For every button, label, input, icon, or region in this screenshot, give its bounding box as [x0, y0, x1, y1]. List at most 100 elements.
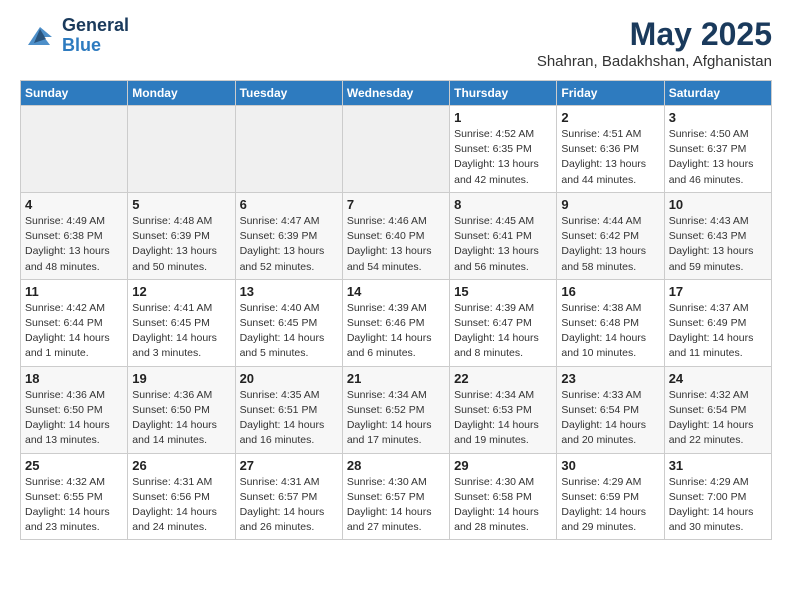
calendar-cell: [128, 106, 235, 193]
day-number: 26: [132, 458, 230, 473]
day-header-monday: Monday: [128, 81, 235, 106]
day-header-sunday: Sunday: [21, 81, 128, 106]
day-info: Sunrise: 4:36 AM Sunset: 6:50 PM Dayligh…: [132, 388, 230, 449]
day-number: 19: [132, 371, 230, 386]
day-info: Sunrise: 4:38 AM Sunset: 6:48 PM Dayligh…: [561, 301, 659, 362]
day-info: Sunrise: 4:51 AM Sunset: 6:36 PM Dayligh…: [561, 127, 659, 188]
calendar-cell: 31 Sunrise: 4:29 AM Sunset: 7:00 PM Dayli…: [664, 453, 771, 540]
calendar-cell: 5 Sunrise: 4:48 AM Sunset: 6:39 PM Daylig…: [128, 192, 235, 279]
calendar-cell: 12Sunrise: 4:41 AM Sunset: 6:45 PM Dayli…: [128, 279, 235, 366]
calendar-cell: 2 Sunrise: 4:51 AM Sunset: 6:36 PM Daylig…: [557, 106, 664, 193]
calendar-cell: 3Sunrise: 4:50 AM Sunset: 6:37 PM Daylig…: [664, 106, 771, 193]
calendar-week-4: 18Sunrise: 4:36 AM Sunset: 6:50 PM Dayli…: [21, 366, 772, 453]
day-info: Sunrise: 4:37 AM Sunset: 6:49 PM Dayligh…: [669, 301, 767, 362]
calendar-cell: 15 Sunrise: 4:39 AM Sunset: 6:47 PM Dayli…: [450, 279, 557, 366]
day-info: Sunrise: 4:47 AM Sunset: 6:39 PM Dayligh…: [240, 214, 338, 275]
day-info: Sunrise: 4:29 AM Sunset: 7:00 PM Dayligh…: [669, 475, 767, 536]
calendar-cell: 29 Sunrise: 4:30 AM Sunset: 6:58 PM Dayli…: [450, 453, 557, 540]
day-number: 12: [132, 284, 230, 299]
logo-blue-text: Blue: [62, 36, 129, 56]
calendar-week-5: 25Sunrise: 4:32 AM Sunset: 6:55 PM Dayli…: [21, 453, 772, 540]
day-info: Sunrise: 4:30 AM Sunset: 6:58 PM Dayligh…: [454, 475, 552, 536]
day-number: 8: [454, 197, 552, 212]
day-number: 20: [240, 371, 338, 386]
day-info: Sunrise: 4:35 AM Sunset: 6:51 PM Dayligh…: [240, 388, 338, 449]
calendar-cell: 9 Sunrise: 4:44 AM Sunset: 6:42 PM Daylig…: [557, 192, 664, 279]
day-number: 6: [240, 197, 338, 212]
day-number: 24: [669, 371, 767, 386]
calendar-cell: [342, 106, 449, 193]
day-number: 11: [25, 284, 123, 299]
calendar-cell: [235, 106, 342, 193]
day-info: Sunrise: 4:52 AM Sunset: 6:35 PM Dayligh…: [454, 127, 552, 188]
day-info: Sunrise: 4:36 AM Sunset: 6:50 PM Dayligh…: [25, 388, 123, 449]
calendar-cell: 18Sunrise: 4:36 AM Sunset: 6:50 PM Dayli…: [21, 366, 128, 453]
day-number: 31: [669, 458, 767, 473]
logo: General Blue: [20, 16, 129, 56]
day-header-tuesday: Tuesday: [235, 81, 342, 106]
calendar-cell: 8 Sunrise: 4:45 AM Sunset: 6:41 PM Daylig…: [450, 192, 557, 279]
day-number: 3: [669, 110, 767, 125]
day-info: Sunrise: 4:29 AM Sunset: 6:59 PM Dayligh…: [561, 475, 659, 536]
calendar-header: SundayMondayTuesdayWednesdayThursdayFrid…: [21, 81, 772, 106]
day-number: 15: [454, 284, 552, 299]
page-header: General Blue May 2025 Shahran, Badakhsha…: [20, 16, 772, 70]
calendar-cell: 21 Sunrise: 4:34 AM Sunset: 6:52 PM Dayli…: [342, 366, 449, 453]
day-info: Sunrise: 4:31 AM Sunset: 6:56 PM Dayligh…: [132, 475, 230, 536]
day-info: Sunrise: 4:49 AM Sunset: 6:38 PM Dayligh…: [25, 214, 123, 275]
day-info: Sunrise: 4:30 AM Sunset: 6:57 PM Dayligh…: [347, 475, 445, 536]
day-header-friday: Friday: [557, 81, 664, 106]
day-info: Sunrise: 4:39 AM Sunset: 6:47 PM Dayligh…: [454, 301, 552, 362]
calendar-cell: 13 Sunrise: 4:40 AM Sunset: 6:45 PM Dayli…: [235, 279, 342, 366]
day-number: 13: [240, 284, 338, 299]
day-info: Sunrise: 4:39 AM Sunset: 6:46 PM Dayligh…: [347, 301, 445, 362]
calendar-cell: 6 Sunrise: 4:47 AM Sunset: 6:39 PM Daylig…: [235, 192, 342, 279]
logo-general-text: General: [62, 16, 129, 36]
day-number: 17: [669, 284, 767, 299]
month-title: May 2025: [537, 16, 772, 53]
day-info: Sunrise: 4:34 AM Sunset: 6:52 PM Dayligh…: [347, 388, 445, 449]
day-number: 21: [347, 371, 445, 386]
day-number: 29: [454, 458, 552, 473]
day-number: 30: [561, 458, 659, 473]
day-info: Sunrise: 4:33 AM Sunset: 6:54 PM Dayligh…: [561, 388, 659, 449]
day-number: 10: [669, 197, 767, 212]
calendar-cell: 19 Sunrise: 4:36 AM Sunset: 6:50 PM Dayli…: [128, 366, 235, 453]
calendar-cell: 24 Sunrise: 4:32 AM Sunset: 6:54 PM Dayli…: [664, 366, 771, 453]
day-info: Sunrise: 4:44 AM Sunset: 6:42 PM Dayligh…: [561, 214, 659, 275]
day-number: 27: [240, 458, 338, 473]
day-header-wednesday: Wednesday: [342, 81, 449, 106]
day-info: Sunrise: 4:43 AM Sunset: 6:43 PM Dayligh…: [669, 214, 767, 275]
location-text: Shahran, Badakhshan, Afghanistan: [537, 53, 772, 70]
day-header-thursday: Thursday: [450, 81, 557, 106]
day-info: Sunrise: 4:42 AM Sunset: 6:44 PM Dayligh…: [25, 301, 123, 362]
calendar-cell: 7Sunrise: 4:46 AM Sunset: 6:40 PM Daylig…: [342, 192, 449, 279]
day-number: 22: [454, 371, 552, 386]
calendar-week-1: 1Sunrise: 4:52 AM Sunset: 6:35 PM Daylig…: [21, 106, 772, 193]
day-number: 28: [347, 458, 445, 473]
calendar-cell: 1Sunrise: 4:52 AM Sunset: 6:35 PM Daylig…: [450, 106, 557, 193]
title-block: May 2025 Shahran, Badakhshan, Afghanista…: [537, 16, 772, 70]
logo-icon: [20, 17, 58, 55]
day-info: Sunrise: 4:32 AM Sunset: 6:54 PM Dayligh…: [669, 388, 767, 449]
calendar-table: SundayMondayTuesdayWednesdayThursdayFrid…: [20, 80, 772, 540]
calendar-cell: 20 Sunrise: 4:35 AM Sunset: 6:51 PM Dayli…: [235, 366, 342, 453]
day-info: Sunrise: 4:48 AM Sunset: 6:39 PM Dayligh…: [132, 214, 230, 275]
day-number: 14: [347, 284, 445, 299]
calendar-cell: 25Sunrise: 4:32 AM Sunset: 6:55 PM Dayli…: [21, 453, 128, 540]
day-number: 25: [25, 458, 123, 473]
calendar-cell: 11 Sunrise: 4:42 AM Sunset: 6:44 PM Dayli…: [21, 279, 128, 366]
day-number: 5: [132, 197, 230, 212]
day-info: Sunrise: 4:45 AM Sunset: 6:41 PM Dayligh…: [454, 214, 552, 275]
day-info: Sunrise: 4:46 AM Sunset: 6:40 PM Dayligh…: [347, 214, 445, 275]
day-header-saturday: Saturday: [664, 81, 771, 106]
calendar-cell: 26 Sunrise: 4:31 AM Sunset: 6:56 PM Dayli…: [128, 453, 235, 540]
calendar-cell: 28 Sunrise: 4:30 AM Sunset: 6:57 PM Dayli…: [342, 453, 449, 540]
day-number: 9: [561, 197, 659, 212]
calendar-week-3: 11 Sunrise: 4:42 AM Sunset: 6:44 PM Dayli…: [21, 279, 772, 366]
calendar-cell: 27Sunrise: 4:31 AM Sunset: 6:57 PM Dayli…: [235, 453, 342, 540]
calendar-cell: 30 Sunrise: 4:29 AM Sunset: 6:59 PM Dayli…: [557, 453, 664, 540]
day-info: Sunrise: 4:40 AM Sunset: 6:45 PM Dayligh…: [240, 301, 338, 362]
calendar-cell: 17 Sunrise: 4:37 AM Sunset: 6:49 PM Dayli…: [664, 279, 771, 366]
day-number: 2: [561, 110, 659, 125]
